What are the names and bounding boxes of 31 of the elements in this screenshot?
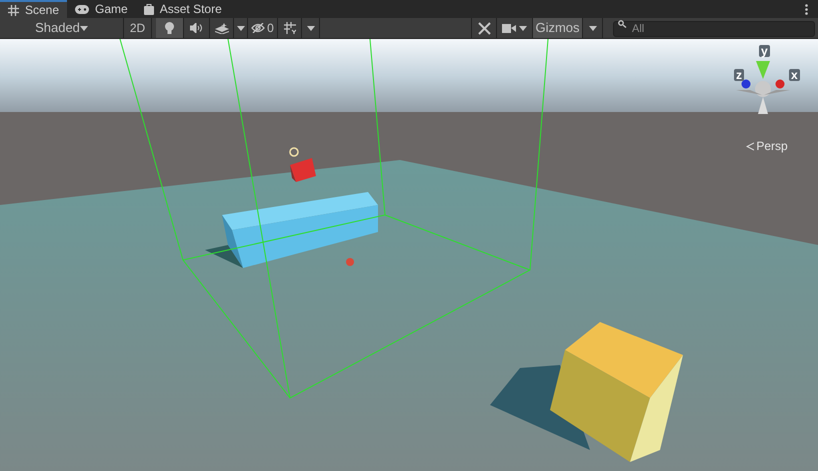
grid-axis-icon <box>284 22 296 34</box>
camera-icon <box>502 24 516 32</box>
2d-toggle[interactable]: 2D <box>124 18 152 38</box>
axis-label: z <box>734 69 744 81</box>
grid-icon <box>8 4 19 16</box>
light-bulb-icon <box>165 22 174 34</box>
caret-icon <box>236 26 244 30</box>
axis-label: x <box>789 69 800 81</box>
axis-label: y <box>759 45 770 57</box>
search-field[interactable]: All <box>613 21 815 38</box>
caret-icon <box>588 26 596 30</box>
chevron-left-icon <box>746 142 754 150</box>
tools-icon <box>478 22 490 34</box>
draw-mode-dropdown[interactable]: Shaded <box>0 18 124 38</box>
editor-tab[interactable]: Scene <box>0 0 68 18</box>
projection-label[interactable]: Persp <box>756 137 788 155</box>
search-icon <box>618 20 627 28</box>
more-options-icon[interactable] <box>805 4 808 14</box>
shopping-bag-icon <box>144 3 154 15</box>
lighting-toggle[interactable] <box>156 18 184 38</box>
gamepad-icon <box>75 4 90 14</box>
effects-dropdown[interactable] <box>234 18 248 38</box>
layers-icon <box>214 22 228 34</box>
caret-icon <box>306 26 314 30</box>
gizmos-toggle[interactable]: Gizmos <box>533 18 583 38</box>
caret-icon <box>519 26 527 30</box>
caret-icon <box>80 26 88 30</box>
speaker-icon <box>190 23 203 33</box>
tools-toggle[interactable] <box>471 18 497 38</box>
hidden-objects-toggle[interactable]: 0 <box>248 18 278 38</box>
hidden-eye-icon <box>251 23 266 33</box>
